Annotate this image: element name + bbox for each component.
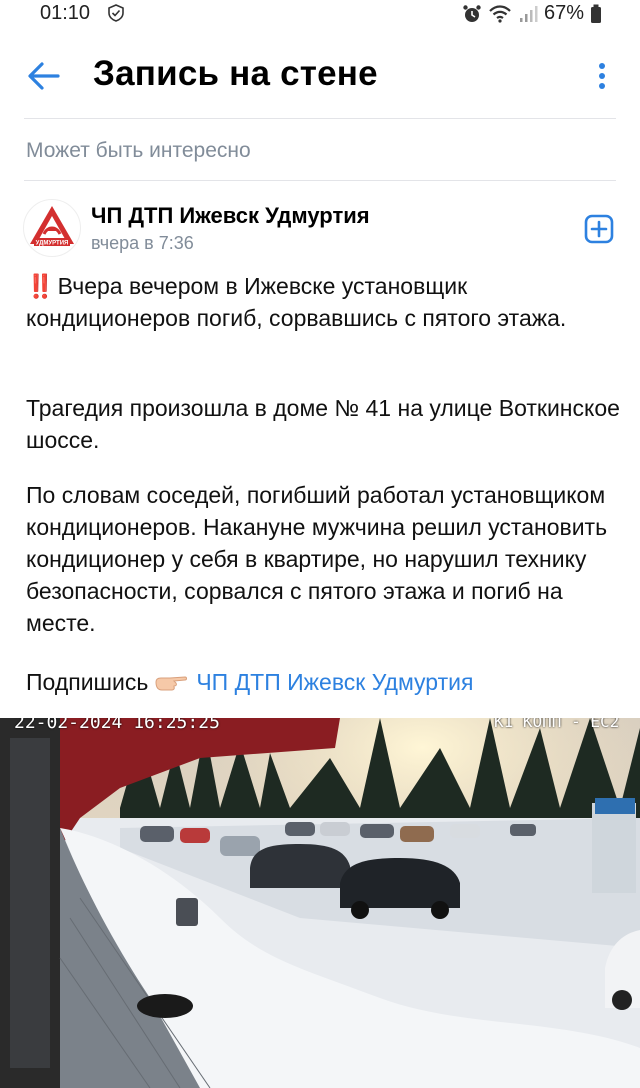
post-paragraph: ‼️ Вчера вечером в Ижевске установщик кон… [26,270,622,334]
subscribe-line: Подпишись ЧП ДТП Ижевск Удмуртия [26,666,622,698]
status-time: 01:10 [40,2,91,24]
status-bar: 01:10 67% [0,0,640,28]
page-title: Запись на стене [93,54,378,93]
alarm-icon [463,4,481,22]
signal-icon [519,5,538,22]
post-author[interactable]: ЧП ДТП Ижевск Удмуртия [91,203,370,229]
svg-text:УДМУРТИЯ: УДМУРТИЯ [36,241,69,247]
divider [24,118,616,119]
group-logo: УДМУРТИЯ [30,206,74,247]
divider [24,180,616,181]
camera-timestamp: 22-02-2024 16:25:25 [14,718,220,733]
more-vertical-icon[interactable] [592,60,612,92]
camera-label: К1 КОПП - ЕС2 [494,718,620,731]
battery-percent: 67% [543,2,584,24]
app-header: Запись на стене [0,40,640,112]
post-time: вчера в 7:36 [91,233,194,253]
post-paragraph: Трагедия произошла в доме № 41 на улице … [26,395,620,453]
double-exclamation-icon: ‼️ [26,273,55,299]
pointing-hand-icon [155,676,188,691]
cctv-image [0,718,640,1088]
add-subscribe-icon[interactable] [584,214,614,244]
avatar[interactable]: УДМУРТИЯ [23,199,81,257]
paragraph-text: Вчера вечером в Ижевске установщик конди… [26,273,567,331]
battery-icon [591,4,601,23]
subscribe-link[interactable]: ЧП ДТП Ижевск Удмуртия [196,669,473,695]
section-title: Может быть интересно [26,139,251,162]
subscribe-prefix: Подпишись [26,669,149,695]
wifi-icon [489,4,511,23]
back-arrow-icon[interactable] [24,58,64,94]
shield-check-icon [108,4,124,22]
post-photo[interactable]: 22-02-2024 16:25:25 К1 КОПП - ЕС2 [0,718,640,1088]
post-paragraph: По словам соседей, погибший работал уста… [26,482,608,636]
